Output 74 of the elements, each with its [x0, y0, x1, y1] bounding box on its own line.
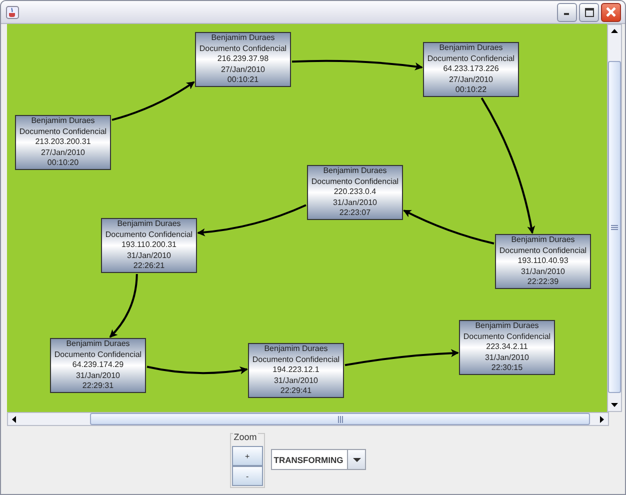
node-date: 31/Jan/2010 — [126, 250, 172, 262]
node-document: Documento Confidencial — [311, 176, 399, 188]
horizontal-scrollbar[interactable] — [7, 412, 609, 426]
graph-node[interactable]: Benjamim Duraes Documento Confidencial 64.233.173.226 27/Jan/2010 00:10:22 — [423, 42, 519, 97]
node-document: Documento Confidencial — [199, 44, 287, 54]
zoom-button[interactable]: + — [232, 446, 263, 466]
grip-icon — [338, 416, 342, 422]
maximize-icon — [584, 8, 594, 16]
close-icon — [606, 7, 616, 17]
node-ip: 64.233.173.226 — [443, 64, 499, 75]
minimize-button[interactable] — [557, 2, 577, 22]
vertical-scrollbar[interactable] — [607, 24, 622, 412]
node-name: Benjamim Duraes — [31, 116, 95, 127]
node-time: 00:10:22 — [455, 85, 487, 96]
node-ip: 193.110.40.93 — [518, 256, 568, 267]
arrow — [109, 274, 138, 338]
graph-node[interactable]: Benjamim Duraes Documento Confidencial 220.233.0.4 31/Jan/2010 22:23:07 — [307, 165, 403, 220]
node-ip: 194.223.12.1 — [272, 365, 320, 376]
node-document: Documento Confidencial — [463, 332, 551, 342]
graph-node[interactable]: Benjamim Duraes Documento Confidencial 193.110.40.93 31/Jan/2010 22:22:39 — [495, 234, 591, 289]
node-name: Benjamim Duraes — [323, 166, 387, 177]
node-time: 22:23:07 — [339, 208, 371, 219]
node-name: Benjamim Duraes — [211, 33, 275, 44]
node-ip: 223.34.2.11 — [486, 342, 528, 353]
node-name: Benjamim Duraes — [117, 219, 181, 230]
graph-node[interactable]: Benjamim Duraes Documento Confidencial 64.239.174.29 31/Jan/2010 22:29:31 — [50, 338, 146, 393]
node-date: 31/Jan/2010 — [274, 376, 318, 386]
down-arrow-icon[interactable] — [610, 403, 618, 407]
node-document: Documento Confidencial — [499, 246, 587, 256]
node-date: 27/Jan/2010 — [220, 64, 266, 76]
graph-node[interactable]: Benjamim Duraes Documento Confidencial 194.223.12.1 31/Jan/2010 22:29:41 — [248, 343, 344, 398]
zoom-label: Zoom — [232, 432, 258, 442]
zoom-button[interactable]: - — [232, 466, 263, 486]
grip-icon — [611, 224, 618, 230]
maximize-button[interactable] — [579, 2, 599, 22]
node-date: 31/Jan/2010 — [520, 266, 566, 278]
node-time: 22:26:21 — [133, 261, 165, 272]
graph-node[interactable]: Benjamim Duraes Documento Confidencial 213.203.200.31 27/Jan/2010 00:10:20 — [15, 115, 111, 170]
node-ip: 64.239.174.29 — [72, 360, 124, 371]
graph-node[interactable]: Benjamim Duraes Documento Confidencial 223.34.2.11 31/Jan/2010 22:30:15 — [459, 320, 555, 375]
node-document: Documento Confidencial — [252, 354, 340, 366]
node-document: Documento Confidencial — [427, 54, 515, 64]
node-name: Benjamim Duraes — [475, 321, 539, 332]
graph-node[interactable]: Benjamim Duraes Documento Confidencial 216.239.37.98 27/Jan/2010 00:10:21 — [195, 32, 291, 87]
node-ip: 193.110.200.31 — [121, 240, 176, 251]
node-time: 00:10:20 — [47, 158, 79, 169]
node-date: 27/Jan/2010 — [40, 148, 86, 158]
node-time: 22:29:31 — [82, 381, 114, 392]
node-time: 22:29:41 — [280, 386, 312, 397]
node-time: 22:22:39 — [527, 277, 559, 288]
node-ip: 220.233.0.4 — [334, 187, 376, 198]
left-arrow-icon[interactable] — [12, 416, 16, 422]
node-time: 22:30:15 — [491, 363, 523, 374]
node-time: 00:10:21 — [227, 75, 259, 86]
graph-node[interactable]: Benjamim Duraes Documento Confidencial 193.110.200.31 31/Jan/2010 22:26:21 — [101, 218, 197, 273]
up-arrow-icon[interactable] — [610, 29, 618, 33]
node-name: Benjamim Duraes — [511, 235, 575, 246]
node-name: Benjamim Duraes — [439, 43, 503, 54]
mode-dropdown[interactable]: TRANSFORMING — [270, 449, 366, 470]
node-document: Documento Confidencial — [105, 230, 193, 240]
node-date: 31/Jan/2010 — [332, 198, 378, 208]
node-document: Documento Confidencial — [54, 350, 142, 360]
cup-icon — [6, 6, 19, 18]
node-date: 31/Jan/2010 — [76, 370, 120, 382]
node-ip: 213.203.200.31 — [35, 137, 91, 148]
node-name: Benjamim Duraes — [66, 339, 130, 350]
node-ip: 216.239.37.98 — [217, 54, 269, 65]
node-name: Benjamim Duraes — [264, 344, 328, 355]
caret-icon — [352, 458, 361, 462]
node-date: 31/Jan/2010 — [484, 352, 530, 364]
node-document: Documento Confidencial — [19, 126, 107, 138]
right-arrow-icon[interactable] — [600, 416, 604, 422]
node-date: 27/Jan/2010 — [448, 74, 494, 86]
close-button[interactable] — [601, 2, 621, 22]
